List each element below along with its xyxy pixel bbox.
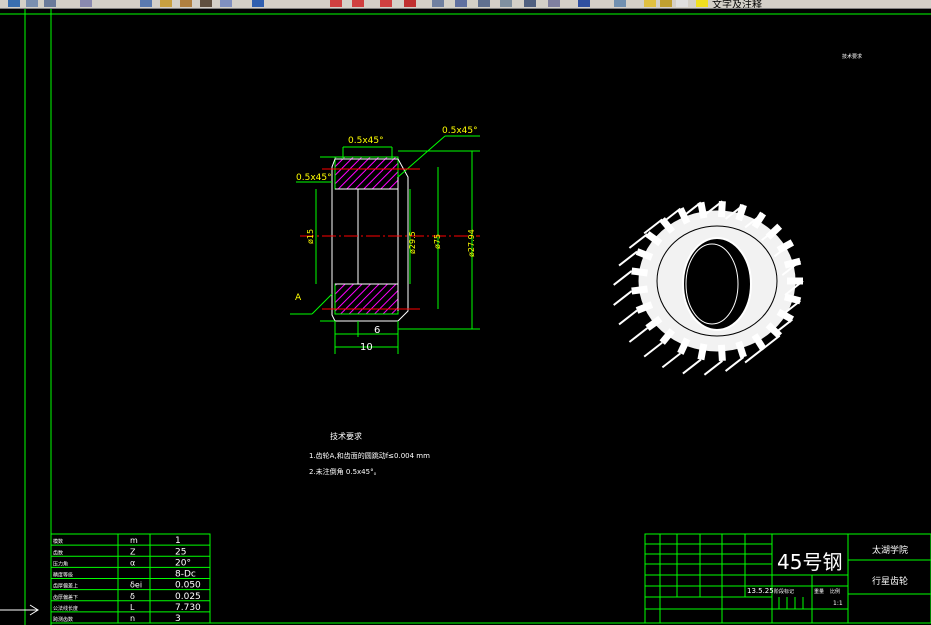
tech-title: 技术要求 xyxy=(330,431,362,441)
gear-section-view: 0.5x45° 0.5x45° 0.5x45° ø15 ø29.5 ø75 ø2… xyxy=(290,126,480,354)
param-sym-cell: α xyxy=(130,558,135,567)
dim-outer-label: ø27.94 xyxy=(467,229,476,257)
part-name-label: 行星齿轮 xyxy=(872,575,908,587)
dim-inner-width: 6 xyxy=(374,325,380,336)
gear-tooth-edge xyxy=(613,290,633,306)
param-name-cell: 公法线长度 xyxy=(53,605,78,612)
param-sym-cell: m xyxy=(130,536,138,545)
layer-manager-icon[interactable] xyxy=(614,0,626,7)
dim-root-label: ø75 xyxy=(433,234,442,249)
paste-icon[interactable] xyxy=(180,0,192,7)
properties-icon[interactable] xyxy=(432,0,444,7)
gear-tooth-edge xyxy=(613,270,633,286)
layer-freeze-icon[interactable] xyxy=(660,0,672,7)
layer-on-icon[interactable] xyxy=(644,0,656,7)
gear-parameter-table: 模数 m 1齿数 Z 25压力角 α 20°精度等级 8-Dc齿厚偏差上 δei 0.050齿厚偏… xyxy=(50,533,211,624)
param-name-cell: 齿数 xyxy=(53,549,63,556)
param-sym-cell: L xyxy=(130,603,135,612)
dim-bore-label: ø15 xyxy=(306,229,315,244)
stage-mark-label: 阶段标记 xyxy=(774,588,794,595)
param-sym-cell: n xyxy=(130,614,135,623)
dim-total-width: 10 xyxy=(360,342,373,353)
undo-icon[interactable] xyxy=(220,0,232,7)
param-name-cell: 精度等级 xyxy=(53,572,73,579)
print-icon[interactable] xyxy=(26,0,38,7)
tech-line-1: 1.齿轮A,和齿面的圆跳动f≤0.004 mm xyxy=(309,451,430,460)
copy-icon[interactable] xyxy=(160,0,172,7)
design-center-icon[interactable] xyxy=(455,0,467,7)
param-name-cell: 模数 xyxy=(53,538,63,545)
date-label: 13.5.25 xyxy=(747,587,774,595)
pan-icon[interactable] xyxy=(252,0,264,7)
gear-tooth-edge xyxy=(744,347,764,364)
material-label: 45号钢 xyxy=(777,550,842,574)
layer-dropdown-label[interactable]: 文字及注释 xyxy=(712,0,762,8)
title-block: 45号钢 太湖学院 行星齿轮 13.5.25 阶段标记 重量 比例 1:1 xyxy=(644,533,931,624)
chamfer-top-label: 0.5x45° xyxy=(348,136,384,146)
tool-palettes-icon[interactable] xyxy=(478,0,490,7)
cut-icon[interactable] xyxy=(140,0,152,7)
gear-tooth-edge xyxy=(618,250,638,267)
gear-tooth-edge xyxy=(643,218,663,235)
param-val-cell: 3 xyxy=(175,614,181,624)
publish-icon[interactable] xyxy=(80,0,92,7)
zoom-realtime-icon[interactable] xyxy=(330,0,342,7)
gear-tooth-edge xyxy=(724,356,745,372)
gear-tooth-edge xyxy=(628,327,649,343)
zoom-previous-icon[interactable] xyxy=(380,0,392,7)
chamfer-right-label: 0.5x45° xyxy=(442,126,478,136)
zoom-out-icon[interactable] xyxy=(404,0,416,7)
gear-3d-render xyxy=(613,200,804,376)
ratio-label: 比例 xyxy=(830,588,840,595)
toolbar: 文字及注释 xyxy=(0,0,931,9)
drawing-canvas[interactable]: 技术要求 0.5x45° 0.5x45° 0.5x45° ø15 ø29.5 ø… xyxy=(0,9,931,625)
chamfer-left-label: 0.5x45° xyxy=(296,173,332,183)
layer-color-icon[interactable] xyxy=(696,0,708,7)
tech-requirements: 技术要求 1.齿轮A,和齿面的圆跳动f≤0.004 mm 2.未注倒角 0.5x… xyxy=(309,431,430,476)
gear-tooth-edge xyxy=(628,233,649,249)
gear-tooth-edge xyxy=(643,341,663,358)
gear-tooth-edge xyxy=(661,352,681,369)
corner-note: 技术要求 xyxy=(842,53,862,60)
sheet-set-icon[interactable] xyxy=(500,0,512,7)
param-name-cell: 齿厚偏差下 xyxy=(53,594,78,601)
match-properties-icon[interactable] xyxy=(200,0,212,7)
help-icon[interactable] xyxy=(578,0,590,7)
calculator-icon[interactable] xyxy=(548,0,560,7)
datum-label: A xyxy=(295,293,302,303)
gear-tooth-edge xyxy=(703,360,724,376)
layer-lock-icon[interactable] xyxy=(676,0,688,7)
gear-tooth-edge xyxy=(618,309,638,326)
scale-label: 1:1 xyxy=(833,600,843,607)
param-name-cell: 压力角 xyxy=(53,560,68,567)
gear-tooth-edge xyxy=(682,358,702,375)
school-label: 太湖学院 xyxy=(872,544,908,556)
save-icon[interactable] xyxy=(8,0,20,7)
dim-hub-label: ø29.5 xyxy=(408,231,417,254)
weight-label: 重量 xyxy=(814,588,824,595)
param-sym-cell: Z xyxy=(130,547,136,556)
preview-icon[interactable] xyxy=(44,0,56,7)
param-sym-cell: δei xyxy=(130,581,142,590)
markup-icon[interactable] xyxy=(524,0,536,7)
param-name-cell: 跨测齿数 xyxy=(53,616,73,623)
param-sym-cell: δ xyxy=(130,592,135,601)
ucs-icon xyxy=(0,604,39,616)
tech-line-2: 2.未注倒角 0.5x45°。 xyxy=(309,467,381,476)
param-name-cell: 齿厚偏差上 xyxy=(53,583,78,590)
zoom-window-icon[interactable] xyxy=(352,0,364,7)
